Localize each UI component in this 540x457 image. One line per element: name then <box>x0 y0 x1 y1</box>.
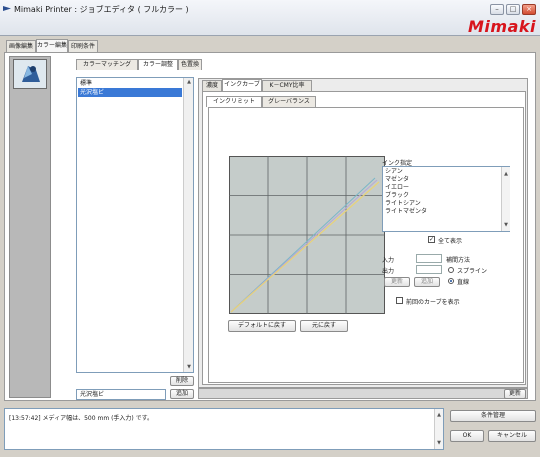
output-label: 出力 <box>382 268 395 275</box>
profile-list-scrollbar[interactable]: ▲ ▼ <box>183 78 193 372</box>
update-button[interactable]: 更新 <box>384 277 410 287</box>
linear-radio[interactable] <box>448 278 454 284</box>
tab-color-adjust[interactable]: カラー調整 <box>138 59 178 70</box>
tab-gray-balance[interactable]: グレーバランス <box>262 96 316 107</box>
tab-k-cmy-ratio[interactable]: K－CMY比率 <box>262 80 312 91</box>
list-item[interactable]: シアン <box>385 168 403 176</box>
thumbnail-column <box>9 56 51 398</box>
list-item[interactable]: 標準 <box>78 79 182 88</box>
tab-color-matching[interactable]: カラーマッチング <box>76 59 138 70</box>
app-icon <box>3 6 11 11</box>
add-point-button[interactable]: 追加 <box>414 277 440 287</box>
mimaki-logo: Mimaki <box>468 17 536 36</box>
spline-radio[interactable] <box>448 267 454 273</box>
scroll-up-icon[interactable]: ▲ <box>502 170 510 178</box>
close-icon: × <box>526 5 532 13</box>
reset-default-button[interactable]: デフォルトに戻す <box>228 320 296 332</box>
interpolation-label: 補間方法 <box>446 257 471 264</box>
add-button[interactable]: 追加 <box>170 389 194 399</box>
minimize-button[interactable]: – <box>490 4 504 15</box>
profile-list[interactable]: 標準 光沢塩ビ <box>76 77 194 373</box>
tab-color-edit[interactable]: カラー編集 <box>36 39 68 53</box>
minimize-icon: – <box>495 5 499 13</box>
input-field[interactable] <box>416 254 442 263</box>
show-previous-curve-label: 前回のカーブを表示 <box>406 299 460 306</box>
ink-curve-graph[interactable] <box>229 156 385 314</box>
scroll-up-icon[interactable]: ▲ <box>185 78 193 86</box>
list-item-selected[interactable]: 光沢塩ビ <box>78 88 182 97</box>
tab-image-edit[interactable]: 画像編集 <box>6 40 36 52</box>
tab-ink-limit[interactable]: インクリミット <box>206 96 262 107</box>
list-item[interactable]: イエロー <box>385 184 409 192</box>
linear-label: 直線 <box>457 279 470 286</box>
ok-button[interactable]: OK <box>450 430 484 442</box>
show-all-label: 全て表示 <box>438 238 463 245</box>
list-item[interactable]: マゼンタ <box>385 176 409 184</box>
list-item[interactable]: ライトシアン <box>385 200 421 208</box>
window-title: Mimaki Printer : ジョブエディタ ( フルカラー ) <box>14 5 189 14</box>
list-item[interactable]: ライトマゼンタ <box>385 208 427 216</box>
input-label: 入力 <box>382 257 395 264</box>
close-button[interactable]: × <box>522 4 536 15</box>
cancel-button[interactable]: キャンセル <box>488 430 536 442</box>
tab-color-replace[interactable]: 色置換 <box>178 59 202 70</box>
maximize-button[interactable]: □ <box>506 4 520 15</box>
condition-management-button[interactable]: 条件管理 <box>450 410 536 422</box>
apply-update-button[interactable]: 更新 <box>504 389 526 399</box>
image-thumbnail[interactable] <box>13 59 47 89</box>
scroll-down-icon[interactable]: ▼ <box>185 363 193 371</box>
revert-button[interactable]: 元に戻す <box>300 320 348 332</box>
show-all-checkbox[interactable]: ✓ <box>428 236 435 243</box>
tab-density[interactable]: 濃度 <box>202 80 222 91</box>
scroll-down-icon[interactable]: ▼ <box>435 439 443 447</box>
output-field[interactable] <box>416 265 442 274</box>
list-item[interactable]: ブラック <box>385 192 409 200</box>
message-log: [13:57:42] メディア幅は、500 mm (手入力) です。 ▲ ▼ <box>4 408 444 450</box>
ink-list-scrollbar[interactable]: ▲ ▼ <box>501 167 510 231</box>
tab-ink-curve[interactable]: インクカーブ <box>222 79 262 91</box>
log-scrollbar[interactable]: ▲ ▼ <box>434 409 443 449</box>
spline-label: スプライン <box>457 268 488 275</box>
thumbnail-image <box>14 60 46 88</box>
ink-list[interactable]: シアン マゼンタ イエロー ブラック ライトシアン ライトマゼンタ ▲ ▼ <box>382 166 510 232</box>
profile-name-field[interactable]: 光沢塩ビ <box>76 389 166 400</box>
scroll-down-icon[interactable]: ▼ <box>502 221 510 229</box>
log-message: [13:57:42] メディア幅は、500 mm (手入力) です。 <box>9 415 154 422</box>
delete-button[interactable]: 削除 <box>170 376 194 386</box>
tab-print-conditions[interactable]: 印刷条件 <box>68 40 98 52</box>
scroll-up-icon[interactable]: ▲ <box>435 411 443 419</box>
bottom-bar <box>198 388 528 399</box>
show-previous-curve-checkbox[interactable] <box>396 297 403 304</box>
maximize-icon: □ <box>509 5 517 13</box>
